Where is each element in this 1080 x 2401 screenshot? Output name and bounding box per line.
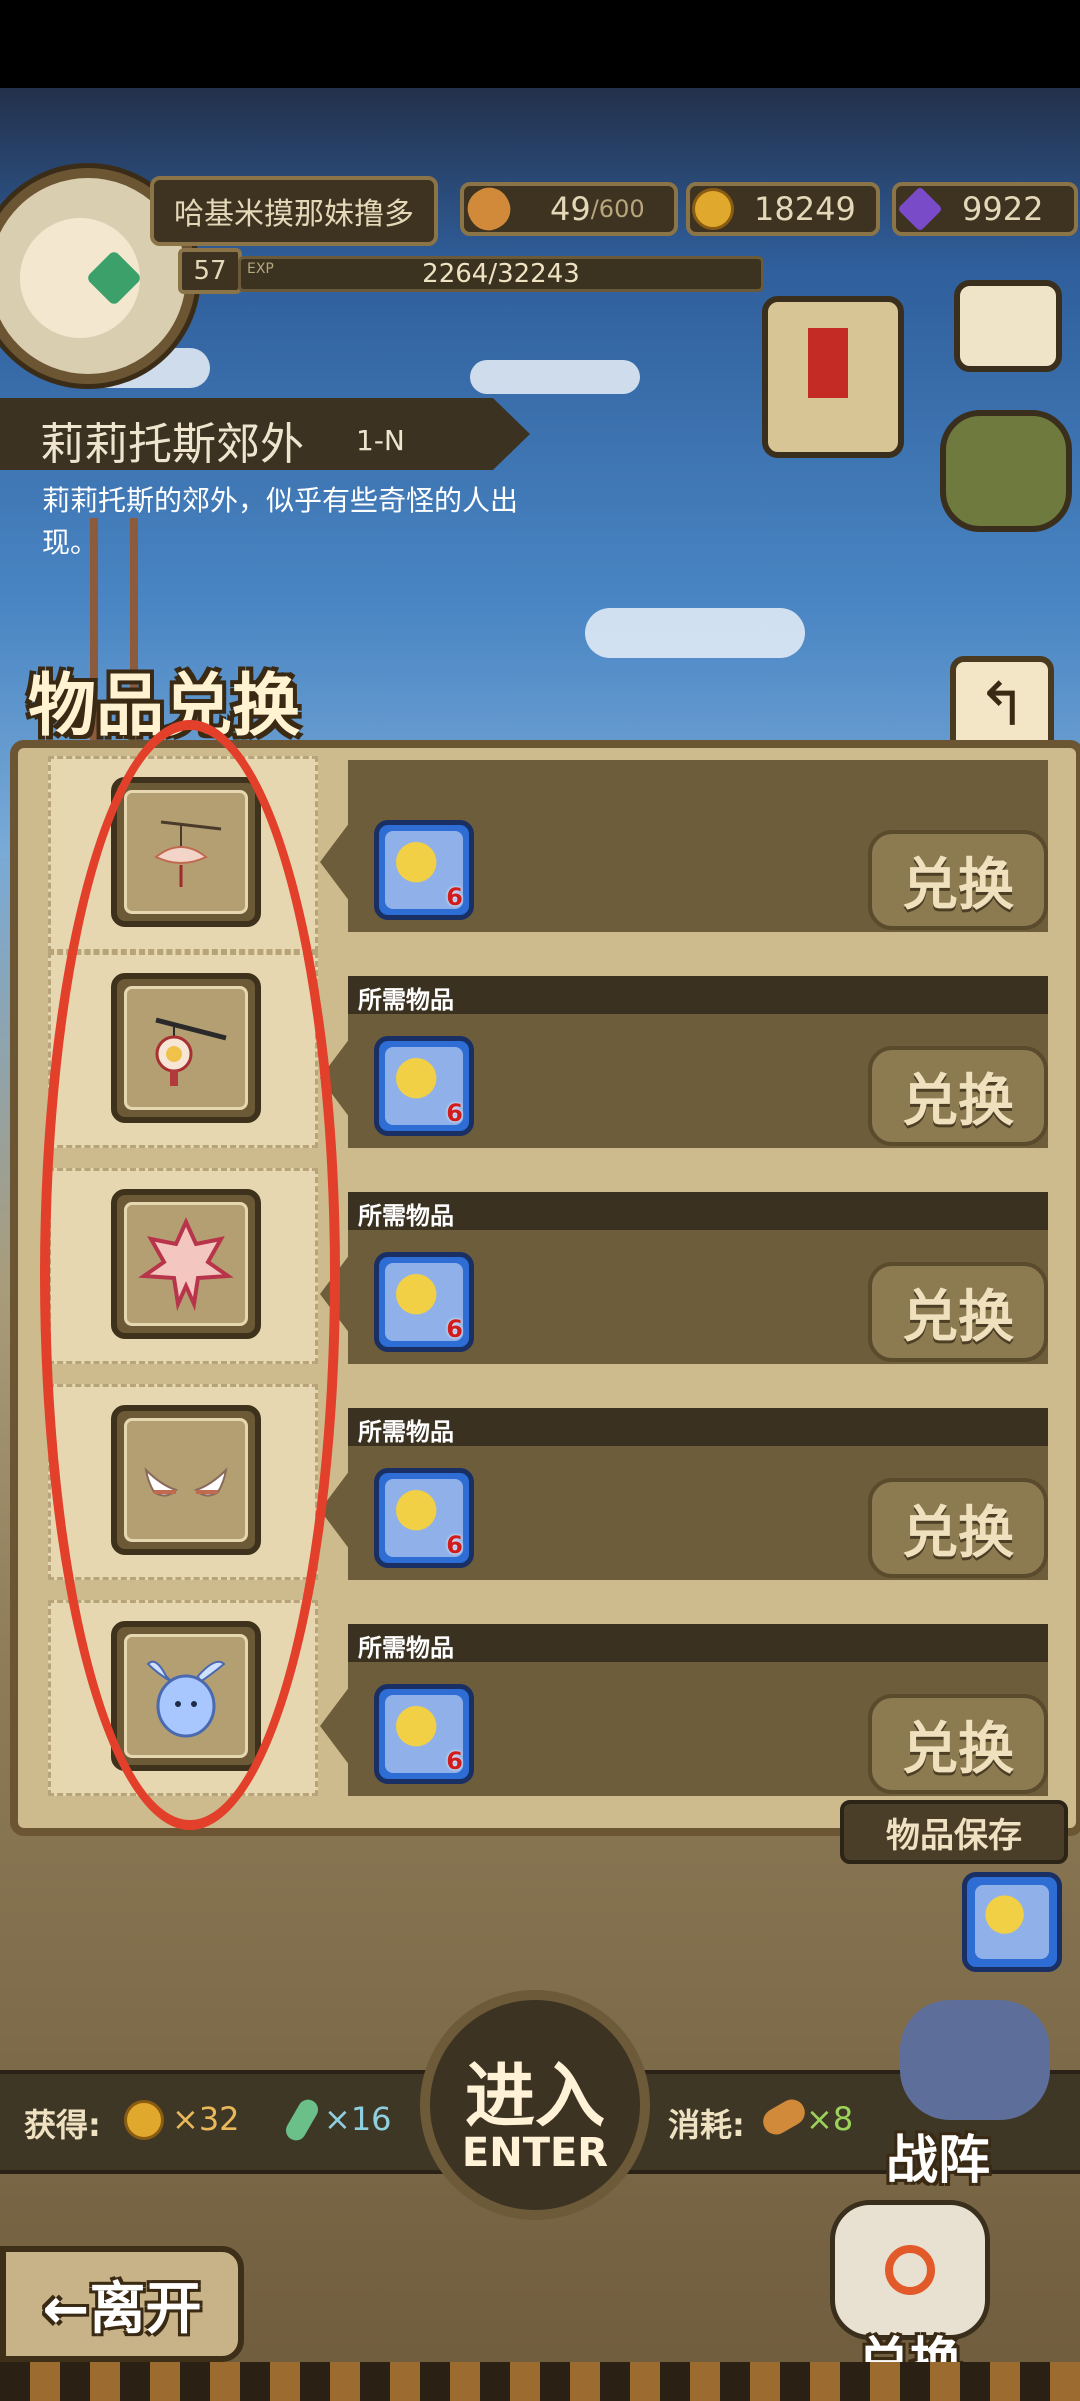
requirement-header: 所需物品 xyxy=(348,976,1048,1014)
purple-gem-icon xyxy=(897,186,943,232)
feather-icon xyxy=(282,2095,322,2145)
location-description: 莉莉托斯的郊外，似乎有些奇怪的人出现。 xyxy=(42,484,519,559)
bottom-decoration xyxy=(0,2362,1080,2401)
requirement-header: 所需物品 xyxy=(348,1192,1048,1230)
refresh-icon xyxy=(885,2245,935,2295)
exchange-button[interactable]: 兑换 xyxy=(868,830,1048,930)
requirement-label: 所需物品 xyxy=(358,1418,454,1446)
requirement-label: 所需物品 xyxy=(358,1634,454,1662)
gem-amount: 9922 xyxy=(962,190,1044,228)
obtain-label: 获得: xyxy=(24,2106,101,2144)
player-name: 哈基米摸那妹撸多 xyxy=(150,176,438,246)
quest-scroll-icon[interactable] xyxy=(762,296,904,458)
exchange-button[interactable]: 兑换 xyxy=(868,1694,1048,1794)
required-count: 6 xyxy=(446,1315,463,1343)
location-code: 1-N xyxy=(356,424,405,457)
required-item[interactable]: 6 xyxy=(374,1468,474,1568)
requirement-header: 所需物品 xyxy=(348,1408,1048,1446)
obtain-gold-amount: ×32 xyxy=(172,2100,240,2138)
required-item[interactable]: 6 xyxy=(374,1252,474,1352)
enter-label-cn: 进入 xyxy=(465,2055,605,2137)
required-item[interactable]: 6 xyxy=(374,820,474,920)
gold-box[interactable]: 18249 xyxy=(686,182,880,236)
exchange-button[interactable]: 兑换 xyxy=(868,1046,1048,1146)
gem-box[interactable]: 9922 xyxy=(892,182,1078,236)
storage-item-slot[interactable] xyxy=(962,1872,1062,1972)
enter-button[interactable]: 进入 ENTER xyxy=(420,1990,650,2220)
cloud xyxy=(585,608,805,658)
consume-label: 消耗: xyxy=(668,2106,745,2144)
location-title: 莉莉托斯郊外 xyxy=(40,419,304,470)
player-level: 57 xyxy=(178,248,242,294)
gold-coin-icon xyxy=(692,188,734,230)
red-annotation-circle xyxy=(40,720,340,1830)
storage-button[interactable]: 物品保存 xyxy=(840,1800,1068,1864)
obtain-feather-amount: ×16 xyxy=(324,2100,392,2138)
row-arrow xyxy=(320,1686,350,1766)
bread-icon xyxy=(758,2094,810,2140)
required-count: 6 xyxy=(446,1099,463,1127)
exchange-button[interactable]: 兑换 xyxy=(868,1478,1048,1578)
gold-amount: 18249 xyxy=(754,190,856,228)
alert-mark-icon xyxy=(808,328,848,398)
requirement-area: 所需物品 6 兑换 xyxy=(320,1624,1048,1796)
exp-bar: EXP 2264/32243 xyxy=(238,256,764,292)
requirement-area: 所需物品 6 兑换 xyxy=(320,976,1048,1148)
stamina-box[interactable]: 49 /600 xyxy=(460,180,678,238)
formation-characters-icon xyxy=(900,2000,1050,2120)
exp-value: 2264/32243 xyxy=(422,259,580,289)
required-item[interactable]: 6 xyxy=(374,1684,474,1784)
requirement-area: 6 兑换 xyxy=(320,760,1048,932)
required-count: 6 xyxy=(446,1531,463,1559)
required-count: 6 xyxy=(446,1747,463,1775)
row-arrow xyxy=(320,822,350,902)
required-count: 6 xyxy=(446,883,463,911)
gold-coin-icon xyxy=(124,2100,164,2140)
required-item[interactable]: 6 xyxy=(374,1036,474,1136)
leave-button[interactable]: ←离开 xyxy=(0,2246,244,2362)
mail-icon[interactable] xyxy=(954,280,1062,372)
exchange-bag-icon xyxy=(830,2200,990,2340)
wheat-bundle-icon xyxy=(975,1885,1049,1959)
formation-button[interactable]: 战阵 xyxy=(886,2118,990,2193)
enter-label-en: ENTER xyxy=(461,2130,609,2176)
requirement-header: 所需物品 xyxy=(348,1624,1048,1662)
stamina-current: 49 xyxy=(550,190,591,228)
requirement-area: 所需物品 6 兑换 xyxy=(320,1408,1048,1580)
requirement-label: 所需物品 xyxy=(358,1202,454,1230)
return-arrow-icon: ↰ xyxy=(976,670,1028,740)
bag-icon[interactable] xyxy=(940,410,1072,532)
stamina-max: /600 xyxy=(590,195,645,223)
exchange-button[interactable]: 兑换 xyxy=(868,1262,1048,1362)
bread-icon xyxy=(460,180,518,238)
requirement-area: 所需物品 6 兑换 xyxy=(320,1192,1048,1364)
cloud xyxy=(470,360,640,394)
requirement-label: 所需物品 xyxy=(358,986,454,1014)
consume-stamina-amount: ×8 xyxy=(806,2100,854,2138)
